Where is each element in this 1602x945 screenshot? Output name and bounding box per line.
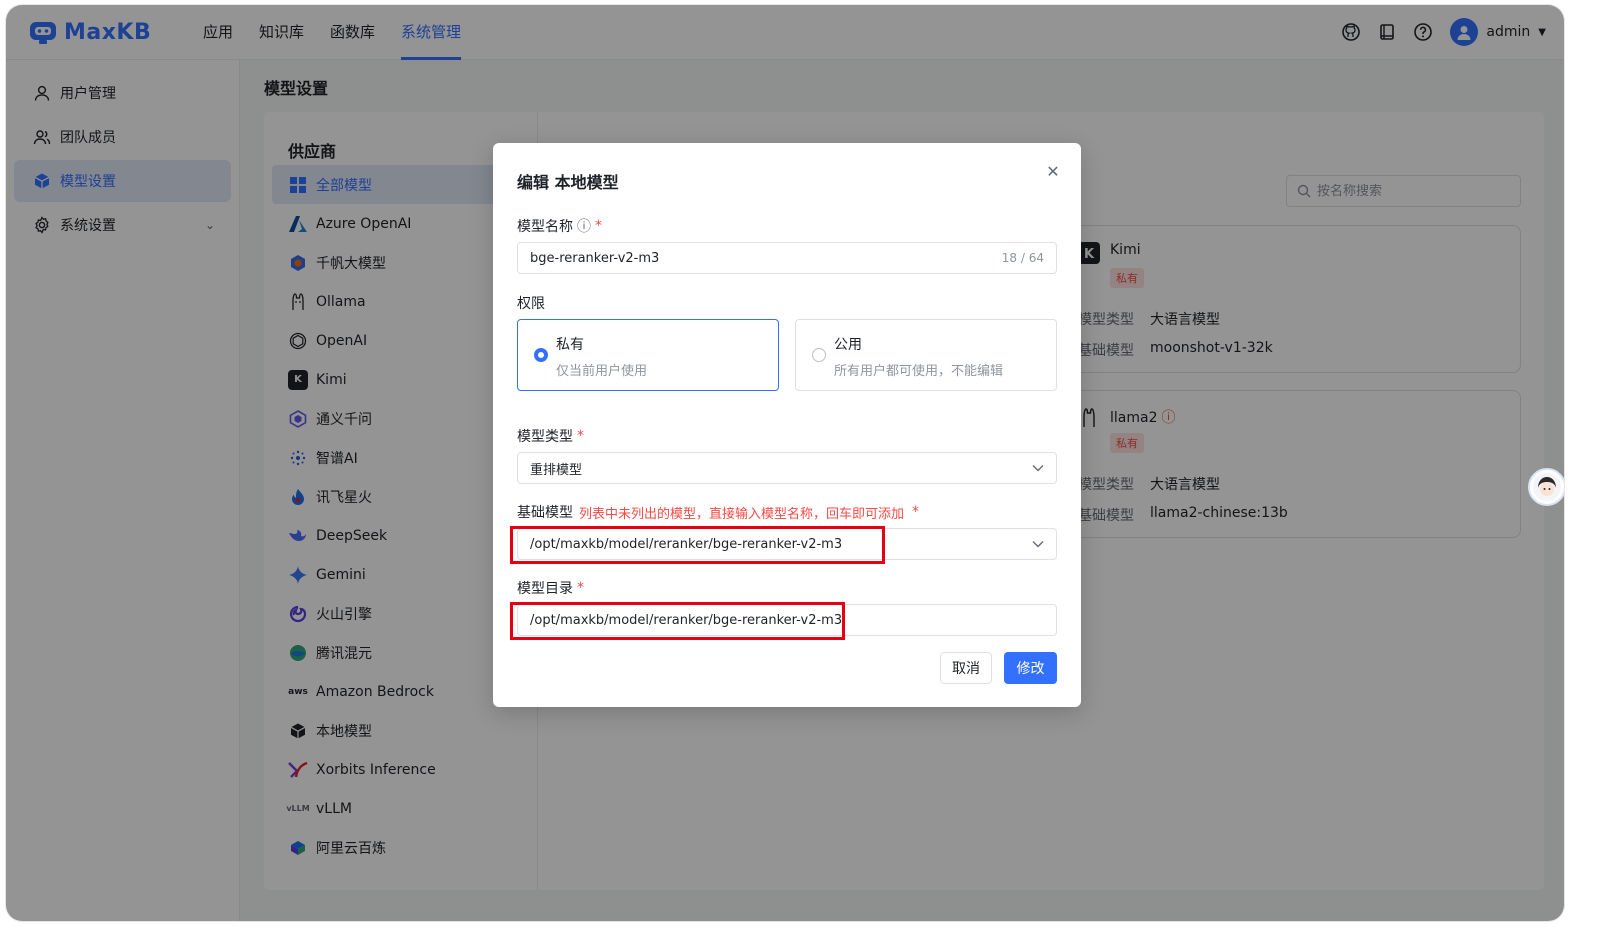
submit-button[interactable]: 修改 <box>1004 652 1057 684</box>
radio-public-title: 公用 <box>834 337 862 353</box>
radio-dot <box>812 348 826 362</box>
chevron-down-icon <box>1032 540 1044 548</box>
model-type-label: 模型类型 <box>517 429 573 445</box>
app-window: MaxKB 应用 知识库 函数库 系统管理 admin ▼ 用户管理 团队成员 … <box>6 5 1564 921</box>
permission-label: 权限 <box>517 296 545 312</box>
radio-private-title: 私有 <box>556 337 584 353</box>
base-model-value: /opt/maxkb/model/reranker/bge-reranker-v… <box>530 536 843 552</box>
required-mark: * <box>577 428 584 444</box>
char-count: 18 / 64 <box>1001 251 1044 265</box>
radio-public-desc: 所有用户都可使用，不能编辑 <box>834 364 1004 379</box>
radio-public[interactable]: 公用 所有用户都可使用，不能编辑 <box>795 319 1057 391</box>
radio-private[interactable]: 私有 仅当前用户使用 <box>517 319 779 391</box>
info-icon[interactable]: ⓘ <box>577 216 591 236</box>
required-mark: * <box>577 580 584 596</box>
base-model-label: 基础模型 <box>517 505 573 521</box>
assistant-face-icon <box>1533 473 1561 501</box>
edit-model-dialog: 编辑 本地模型 ✕ 模型名称 ⓘ * bge-reranker-v2-m3 18… <box>493 143 1081 707</box>
base-model-hint: 列表中未列出的模型，直接输入模型名称，回车即可添加 <box>579 506 905 522</box>
model-dir-label: 模型目录 <box>517 581 573 597</box>
model-name-label: 模型名称 <box>517 219 573 235</box>
model-type-select[interactable]: 重排模型 <box>517 452 1057 484</box>
model-type-value: 重排模型 <box>530 462 583 478</box>
model-type-label-row: 模型类型 * <box>517 426 584 446</box>
radio-dot <box>534 348 548 362</box>
assistant-avatar[interactable] <box>1528 468 1564 506</box>
cancel-button[interactable]: 取消 <box>940 652 992 684</box>
base-model-label-row: 基础模型 列表中未列出的模型，直接输入模型名称，回车即可添加 * <box>517 502 919 522</box>
model-name-input[interactable]: bge-reranker-v2-m3 18 / 64 <box>517 242 1057 274</box>
dialog-title: 编辑 本地模型 <box>517 173 619 192</box>
model-dir-label-row: 模型目录 * <box>517 578 584 598</box>
required-mark: * <box>912 504 920 520</box>
chevron-down-icon <box>1032 464 1044 472</box>
model-dir-value: /opt/maxkb/model/reranker/bge-reranker-v… <box>530 612 843 628</box>
close-icon[interactable]: ✕ <box>1045 162 1061 181</box>
required-mark: * <box>595 218 602 234</box>
radio-private-desc: 仅当前用户使用 <box>556 364 648 379</box>
model-dir-input[interactable]: /opt/maxkb/model/reranker/bge-reranker-v… <box>517 604 1057 636</box>
model-name-value: bge-reranker-v2-m3 <box>530 250 660 266</box>
model-name-label-row: 模型名称 ⓘ * <box>517 216 602 236</box>
base-model-select[interactable]: /opt/maxkb/model/reranker/bge-reranker-v… <box>517 528 1057 560</box>
